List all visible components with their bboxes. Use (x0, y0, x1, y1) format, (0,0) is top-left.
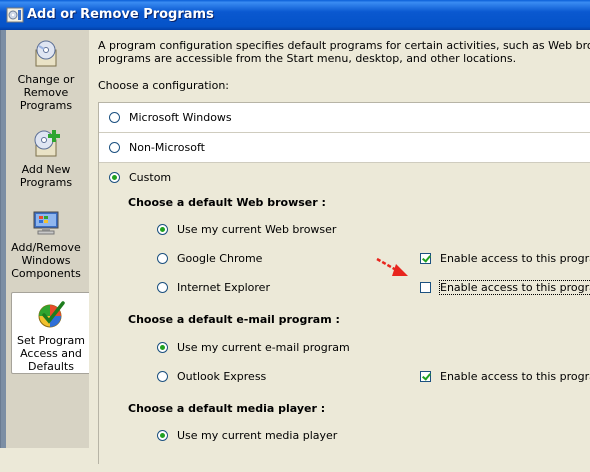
media-heading: Choose a default media player : (128, 402, 326, 415)
email-radio-outlook[interactable] (157, 371, 168, 382)
config-label: Custom (129, 171, 172, 184)
email-option-label: Outlook Express (177, 370, 267, 383)
sidebar-item-label: Add New Programs (19, 163, 73, 189)
window-title: Add or Remove Programs (27, 7, 214, 22)
browser-radio-current[interactable] (157, 224, 168, 235)
intro-line: A program configuration specifies defaul… (98, 39, 590, 52)
browser-option-label: Google Chrome (177, 252, 263, 265)
config-option-microsoft[interactable]: Microsoft Windows (99, 103, 590, 133)
config-option-custom[interactable]: Custom (99, 163, 590, 192)
browser-option-label: Use my current Web browser (177, 223, 337, 236)
intro-text: A program configuration specifies defaul… (98, 39, 590, 65)
config-radio[interactable] (109, 112, 120, 123)
sidebar-item-label: Set Program Access and Defaults (17, 334, 85, 373)
sidebar-item-windows-components[interactable]: Add/Remove Windows Components (6, 206, 86, 280)
outlook-access-checkbox[interactable] (420, 371, 431, 382)
sidebar-item-set-program-access[interactable]: Set Program Access and Defaults (11, 292, 91, 374)
media-radio-current[interactable] (157, 430, 168, 441)
access-label: Enable access to this program (439, 280, 590, 295)
browser-heading: Choose a default Web browser : (128, 196, 326, 209)
config-radio[interactable] (109, 142, 120, 153)
access-label: Enable access to this program (440, 370, 590, 383)
windows-monitor-icon (33, 211, 59, 235)
title-bar: Add or Remove Programs (0, 0, 590, 30)
intro-line: programs are accessible from the Start m… (98, 52, 517, 65)
sidebar: Change or Remove Programs Add New Progra… (0, 30, 91, 448)
cd-plus-icon (34, 130, 60, 157)
red-arrow-icon (376, 257, 408, 276)
custom-settings: Choose a default Web browser : Use my cu… (99, 192, 590, 472)
browser-radio-chrome[interactable] (157, 253, 168, 264)
config-option-non-microsoft[interactable]: Non-Microsoft (99, 133, 590, 163)
browser-option-label: Internet Explorer (177, 281, 270, 294)
ie-access-checkbox[interactable] (420, 282, 431, 293)
choose-configuration-label: Choose a configuration: (98, 79, 230, 92)
config-label: Non-Microsoft (129, 141, 205, 154)
add-remove-programs-icon (6, 7, 24, 23)
media-option-label: Use my current media player (177, 429, 338, 442)
config-radio[interactable] (109, 172, 120, 183)
chrome-access-checkbox[interactable] (420, 253, 431, 264)
browser-radio-ie[interactable] (157, 282, 168, 293)
config-label: Microsoft Windows (129, 111, 232, 124)
sidebar-item-change-remove[interactable]: Change or Remove Programs (6, 38, 86, 112)
globe-check-icon (38, 301, 65, 328)
sidebar-item-add-new[interactable]: Add New Programs (6, 128, 86, 189)
email-option-label: Use my current e-mail program (177, 341, 350, 354)
email-radio-current[interactable] (157, 342, 168, 353)
cd-box-icon (35, 40, 57, 67)
sidebar-item-label: Change or Remove Programs (17, 73, 75, 112)
email-heading: Choose a default e-mail program : (128, 313, 340, 326)
configuration-list: Microsoft Windows Non-Microsoft Custom C… (98, 102, 590, 472)
main-content: A program configuration specifies defaul… (89, 30, 590, 472)
sidebar-panel: Change or Remove Programs Add New Progra… (6, 30, 91, 448)
access-label: Enable access to this program (440, 252, 590, 265)
sidebar-item-label: Add/Remove Windows Components (11, 241, 81, 280)
